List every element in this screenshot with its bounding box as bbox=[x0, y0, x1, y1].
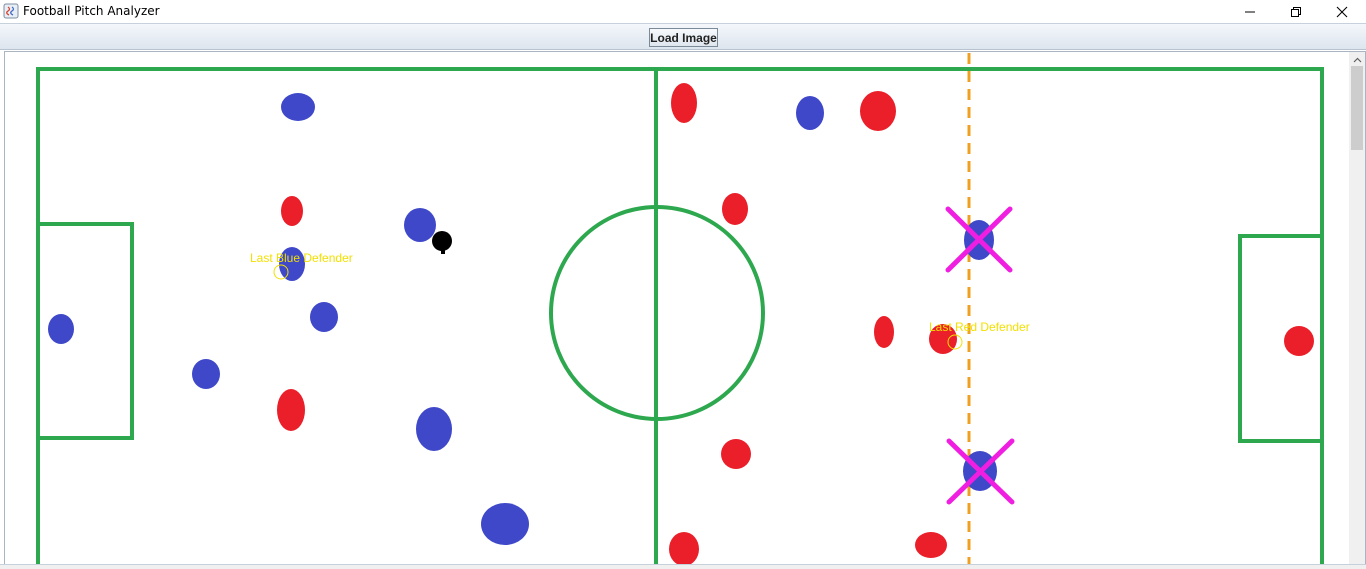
pitch-canvas: Last Blue Defender Last Red Defender bbox=[36, 53, 1324, 564]
blue-player bbox=[310, 302, 338, 332]
blue-player bbox=[281, 93, 315, 121]
close-button[interactable] bbox=[1319, 0, 1365, 23]
vertical-scrollbar[interactable] bbox=[1349, 52, 1365, 564]
cross-icon bbox=[945, 206, 1013, 273]
ball-icon bbox=[432, 231, 452, 251]
toolbar: Load Image bbox=[0, 23, 1366, 50]
red-player bbox=[277, 389, 305, 431]
red-player bbox=[669, 532, 699, 564]
blue-player bbox=[404, 208, 436, 242]
minimize-icon bbox=[1245, 11, 1255, 12]
minimize-button[interactable] bbox=[1227, 0, 1273, 23]
defender-annotations: Last Blue Defender Last Red Defender bbox=[250, 251, 1030, 350]
blue-player bbox=[796, 96, 824, 130]
blue-team-players bbox=[48, 93, 997, 545]
scroll-thumb[interactable] bbox=[1351, 66, 1363, 150]
window-bottom-edge bbox=[0, 564, 1366, 569]
red-player bbox=[722, 193, 748, 225]
blue-player bbox=[48, 314, 74, 344]
blue-defender-label: Last Blue Defender bbox=[250, 251, 353, 265]
window-title: Football Pitch Analyzer bbox=[23, 4, 160, 18]
app-window: Football Pitch Analyzer Load Image Last … bbox=[0, 0, 1366, 569]
ball bbox=[432, 231, 452, 254]
red-player bbox=[915, 532, 947, 558]
red-defender-label: Last Red Defender bbox=[929, 320, 1030, 334]
red-player bbox=[874, 316, 894, 348]
load-image-button[interactable]: Load Image bbox=[649, 28, 718, 47]
close-icon bbox=[1336, 6, 1348, 17]
title-bar: Football Pitch Analyzer bbox=[0, 0, 1366, 23]
restore-icon bbox=[1291, 6, 1301, 17]
pitch-markings bbox=[36, 67, 1324, 564]
red-team-players bbox=[277, 83, 1314, 564]
blue-player bbox=[481, 503, 529, 545]
blue-player bbox=[192, 359, 220, 389]
red-player bbox=[721, 439, 751, 469]
cross-icon bbox=[946, 438, 1015, 505]
java-app-icon bbox=[3, 3, 19, 19]
ball-tail bbox=[441, 249, 445, 254]
red-player bbox=[671, 83, 697, 123]
red-player bbox=[860, 91, 896, 131]
red-player bbox=[281, 196, 303, 226]
chevron-up-icon bbox=[1353, 57, 1361, 63]
blue-player bbox=[416, 407, 452, 451]
restore-button[interactable] bbox=[1273, 0, 1319, 23]
red-player bbox=[1284, 326, 1314, 356]
